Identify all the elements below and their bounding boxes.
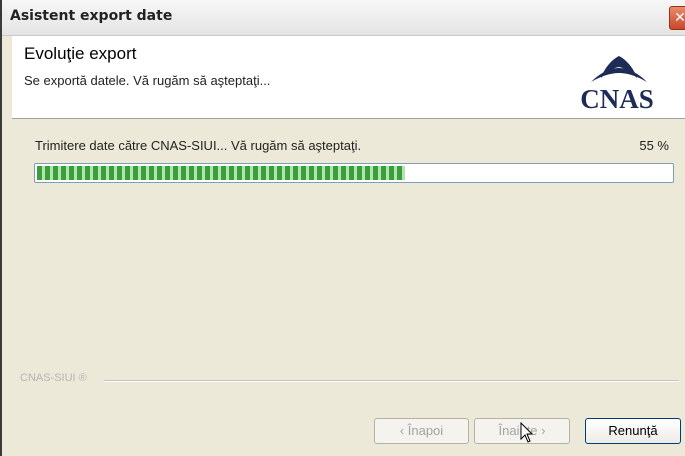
page-title: Evoluţie export xyxy=(24,44,137,63)
title-bar: Asistent export date ✕ xyxy=(2,0,685,36)
logo-text: CNAS xyxy=(580,84,654,114)
progress-bar xyxy=(34,163,674,183)
footer-divider xyxy=(104,380,679,382)
window-title: Asistent export date xyxy=(10,8,173,24)
export-wizard-window: Asistent export date ✕ Evoluţie export S… xyxy=(0,0,685,456)
wizard-header: Evoluţie export Se exportă datele. Vă ru… xyxy=(12,36,685,119)
cnas-logo-icon: CNAS xyxy=(580,56,654,114)
progress-percent: 55 % xyxy=(639,138,669,153)
back-button[interactable]: ‹ Înapoi xyxy=(374,418,469,444)
progress-status-text: Trimitere date către CNAS-SIUI... Vă rug… xyxy=(35,138,362,153)
mouse-cursor-icon xyxy=(520,422,534,443)
progress-fill xyxy=(37,166,405,180)
close-icon[interactable]: ✕ xyxy=(669,6,685,30)
brand-label: CNAS-SIUI ® xyxy=(20,372,87,384)
page-subtitle: Se exportă datele. Vă rugăm să aşteptaţi… xyxy=(24,73,271,88)
cancel-button[interactable]: Renunţă xyxy=(585,418,681,444)
